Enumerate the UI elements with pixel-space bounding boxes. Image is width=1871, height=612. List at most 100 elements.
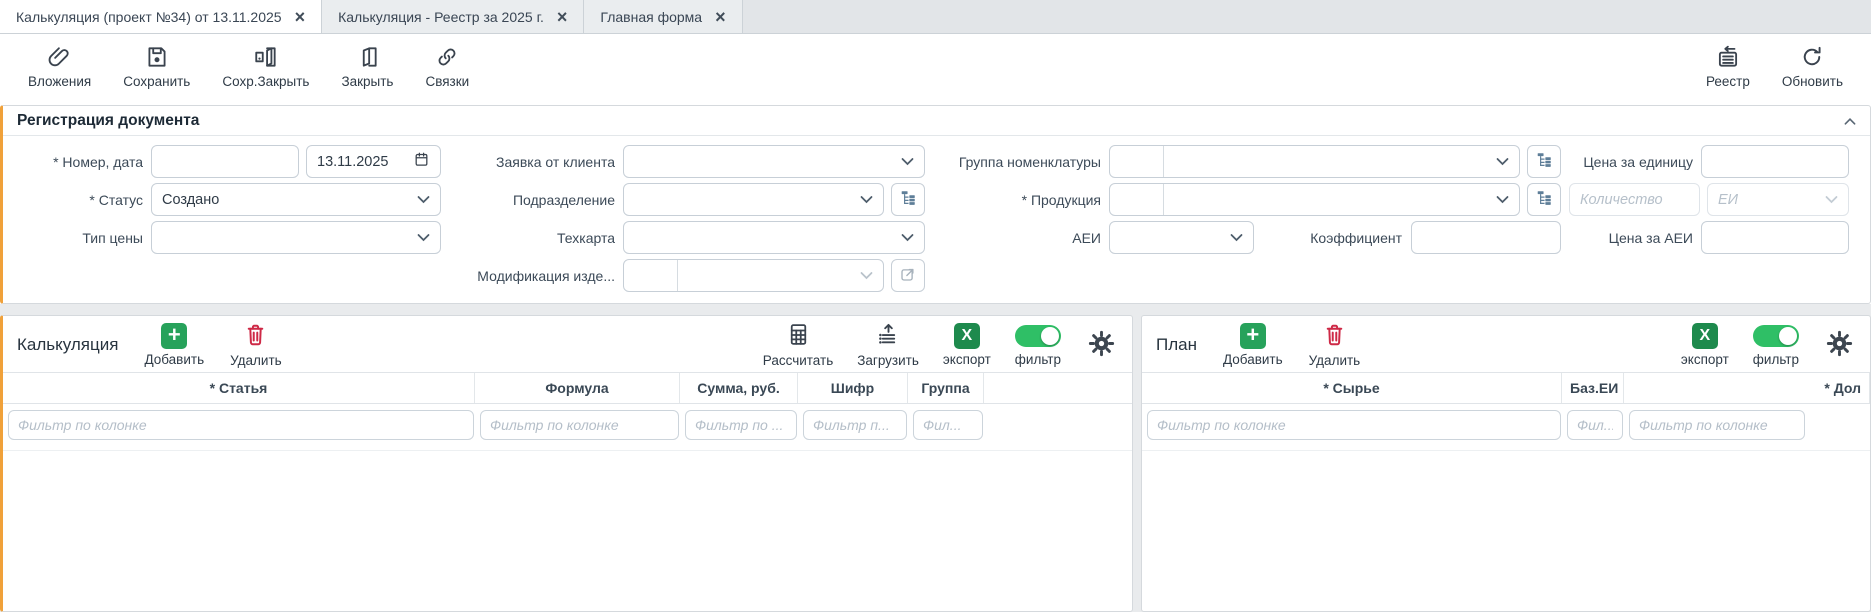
modification-code-input[interactable] bbox=[624, 260, 678, 291]
column-header[interactable]: * Сырье bbox=[1142, 373, 1562, 403]
registry-button[interactable]: Реестр bbox=[1694, 40, 1762, 93]
filter-input[interactable] bbox=[685, 410, 797, 440]
department-select[interactable] bbox=[623, 183, 884, 216]
aei-price-label: Цена за АЕИ bbox=[1569, 230, 1693, 246]
coefficient-input[interactable] bbox=[1411, 221, 1561, 254]
client-request-select[interactable] bbox=[623, 145, 925, 178]
chevron-down-icon bbox=[901, 230, 914, 246]
save-button[interactable]: Сохранить bbox=[111, 40, 202, 93]
department-tree-button[interactable] bbox=[891, 183, 925, 216]
aei-coefficient-group: Коэффициент bbox=[1109, 221, 1561, 254]
techcard-label: Техкарта bbox=[449, 230, 615, 246]
load-button[interactable]: Загрузить bbox=[857, 322, 919, 368]
plan-table-body[interactable] bbox=[1142, 451, 1870, 611]
calculation-panel-tools: Рассчитать Загрузить X экспорт bbox=[763, 322, 1118, 368]
calculation-table-body[interactable] bbox=[3, 451, 1132, 611]
status-select[interactable]: Создано bbox=[151, 183, 441, 216]
attachments-button[interactable]: Вложения bbox=[16, 40, 103, 93]
aei-select[interactable] bbox=[1109, 221, 1254, 254]
filter-input[interactable] bbox=[1567, 410, 1623, 440]
export-excel-button[interactable]: X экспорт bbox=[1681, 323, 1729, 367]
calculation-panel-header: Калькуляция + Добавить Удалить bbox=[3, 316, 1132, 372]
production-select[interactable] bbox=[1109, 183, 1520, 216]
calculation-panel: Калькуляция + Добавить Удалить bbox=[0, 315, 1133, 612]
modification-label: Модификация изде... bbox=[449, 268, 615, 284]
collapse-chevron-icon[interactable] bbox=[1844, 117, 1856, 126]
button-label: экспорт bbox=[943, 352, 991, 367]
close-button[interactable]: Закрыть bbox=[329, 40, 405, 93]
quantity-input[interactable] bbox=[1569, 183, 1700, 216]
filter-toggle-button[interactable]: фильтр bbox=[1015, 323, 1061, 367]
plan-table-header: * Сырье Баз.ЕИ * Дол bbox=[1142, 372, 1870, 404]
upload-list-icon bbox=[876, 322, 901, 350]
date-field[interactable]: 13.11.2025 bbox=[306, 145, 441, 178]
chevron-down-icon bbox=[1496, 154, 1509, 170]
button-label: Рассчитать bbox=[763, 353, 833, 368]
chevron-down-icon bbox=[417, 192, 430, 208]
filter-input[interactable] bbox=[1629, 410, 1805, 440]
filter-input[interactable] bbox=[913, 410, 983, 440]
content-area: Регистрация документа * Номер, дата 13.1… bbox=[0, 98, 1871, 612]
app-window: Калькуляция (проект №34) от 13.11.2025 ×… bbox=[0, 0, 1871, 612]
filter-toggle-button[interactable]: фильтр bbox=[1753, 323, 1799, 367]
chevron-down-icon bbox=[1825, 192, 1838, 208]
settings-gear-button[interactable] bbox=[1085, 329, 1118, 361]
price-type-select[interactable] bbox=[151, 221, 441, 254]
column-header[interactable]: * Статья bbox=[3, 373, 475, 403]
filter-input[interactable] bbox=[1147, 410, 1561, 440]
settings-gear-button[interactable] bbox=[1823, 329, 1856, 361]
unit-price-input[interactable] bbox=[1701, 145, 1849, 178]
production-tree-button[interactable] bbox=[1527, 183, 1561, 216]
tab-main-form[interactable]: Главная форма × bbox=[584, 0, 742, 33]
coefficient-label: Коэффициент bbox=[1261, 230, 1404, 246]
links-button[interactable]: Связки bbox=[413, 40, 481, 93]
close-icon[interactable]: × bbox=[295, 8, 306, 26]
nomenclature-group-group bbox=[1109, 145, 1561, 178]
export-excel-button[interactable]: X экспорт bbox=[943, 323, 991, 367]
tab-calculation-project[interactable]: Калькуляция (проект №34) от 13.11.2025 × bbox=[0, 0, 322, 33]
toggle-on-icon[interactable] bbox=[1015, 325, 1061, 347]
column-header[interactable]: Сумма, руб. bbox=[680, 373, 798, 403]
delete-row-button[interactable]: Удалить bbox=[230, 322, 282, 368]
nomenclature-group-code-input[interactable] bbox=[1110, 146, 1164, 177]
aei-price-input[interactable] bbox=[1701, 221, 1849, 254]
button-label: Сохр.Закрыть bbox=[222, 74, 309, 89]
aei-label: АЕИ bbox=[933, 230, 1101, 246]
filter-input[interactable] bbox=[803, 410, 907, 440]
filter-input[interactable] bbox=[480, 410, 679, 440]
modification-value-input[interactable] bbox=[686, 260, 852, 291]
column-header[interactable]: Баз.ЕИ bbox=[1562, 373, 1624, 403]
close-icon[interactable]: × bbox=[715, 8, 726, 26]
button-label: Связки bbox=[425, 74, 469, 89]
close-icon[interactable]: × bbox=[557, 8, 568, 26]
add-row-button[interactable]: + Добавить bbox=[144, 323, 204, 367]
modification-select[interactable] bbox=[623, 259, 884, 292]
production-code-input[interactable] bbox=[1110, 184, 1164, 215]
modification-open-button[interactable] bbox=[891, 259, 925, 292]
unit-select[interactable]: ЕИ bbox=[1707, 183, 1849, 216]
column-header[interactable]: Группа bbox=[908, 373, 984, 403]
filter-input[interactable] bbox=[8, 410, 474, 440]
refresh-button[interactable]: Обновить bbox=[1770, 40, 1855, 93]
department-group bbox=[623, 183, 925, 216]
column-header[interactable]: Шифр bbox=[798, 373, 908, 403]
techcard-select[interactable] bbox=[623, 221, 925, 254]
calculate-button[interactable]: Рассчитать bbox=[763, 322, 833, 368]
tab-calculation-registry[interactable]: Калькуляция - Реестр за 2025 г. × bbox=[322, 0, 584, 33]
panel-title: Калькуляция bbox=[17, 335, 118, 355]
number-input[interactable] bbox=[151, 145, 299, 178]
bottom-panels: Калькуляция + Добавить Удалить bbox=[0, 304, 1871, 612]
save-close-button[interactable]: Сохр.Закрыть bbox=[210, 40, 321, 93]
column-header[interactable]: * Дол bbox=[1624, 373, 1870, 403]
calculation-table-header: * Статья Формула Сумма, руб. Шифр Группа bbox=[3, 372, 1132, 404]
add-row-button[interactable]: + Добавить bbox=[1223, 323, 1283, 367]
nomenclature-group-tree-button[interactable] bbox=[1527, 145, 1561, 178]
production-group bbox=[1109, 183, 1561, 216]
column-header[interactable]: Формула bbox=[475, 373, 680, 403]
production-value-input[interactable] bbox=[1172, 184, 1488, 215]
nomenclature-group-value-input[interactable] bbox=[1172, 146, 1488, 177]
toggle-on-icon[interactable] bbox=[1753, 325, 1799, 347]
column-header-filler bbox=[984, 373, 1132, 403]
nomenclature-group-select[interactable] bbox=[1109, 145, 1520, 178]
delete-row-button[interactable]: Удалить bbox=[1309, 322, 1361, 368]
